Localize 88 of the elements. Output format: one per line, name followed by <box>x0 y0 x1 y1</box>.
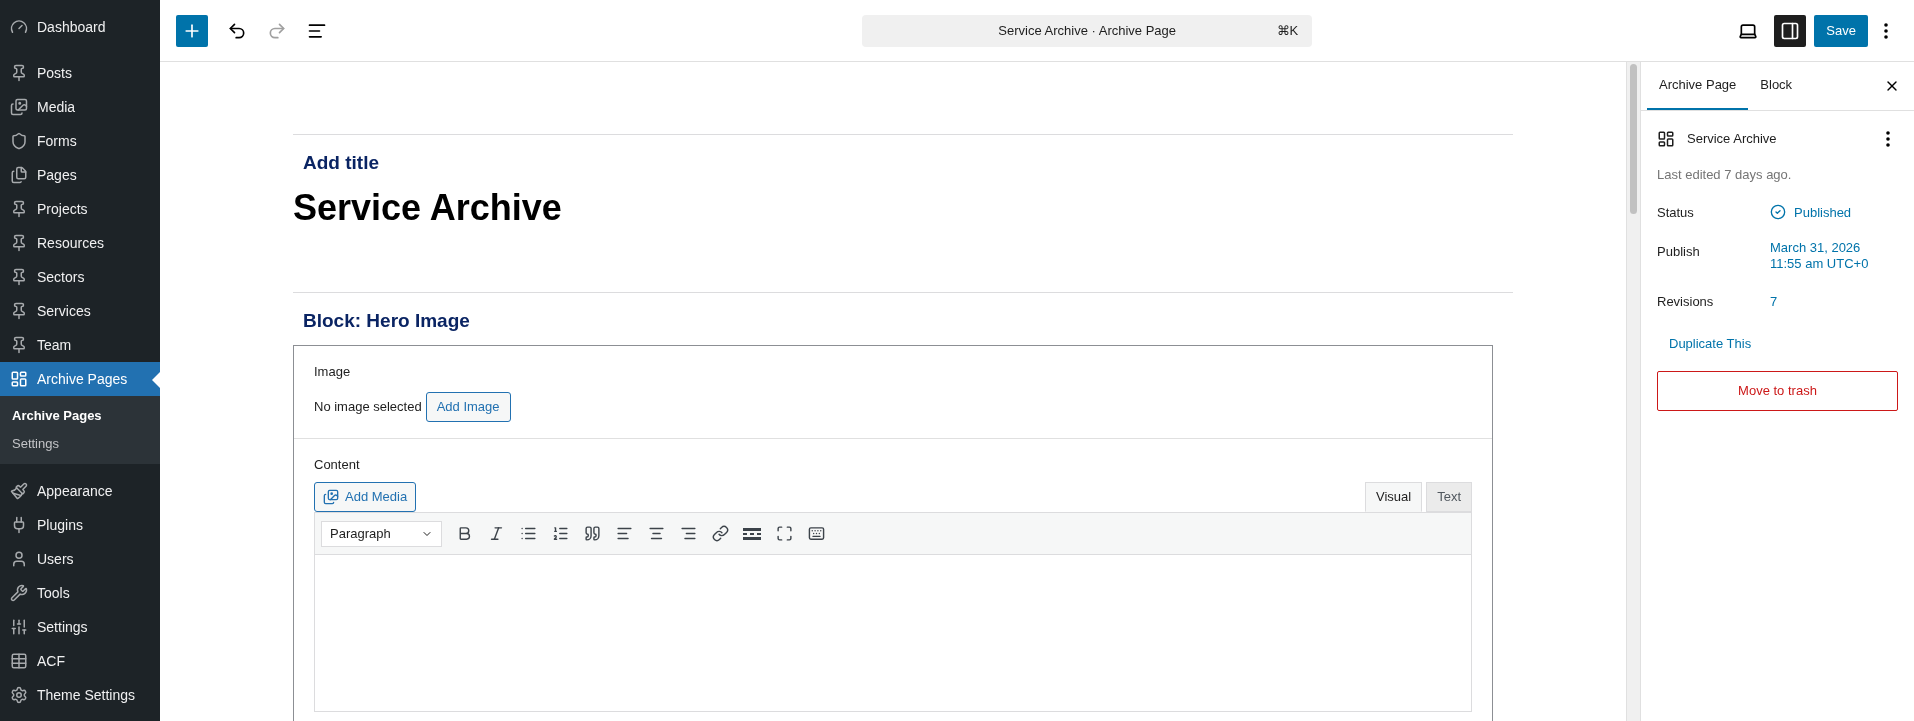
bullet-list-icon <box>519 525 537 542</box>
menu-item[interactable]: Services <box>0 294 160 328</box>
image-status-text: No image selected <box>314 397 422 416</box>
menu-item[interactable]: Resources <box>0 226 160 260</box>
grid-icon <box>1657 130 1675 148</box>
settings-toggle-button[interactable] <box>1774 14 1807 47</box>
menu-item[interactable]: Posts <box>0 56 160 90</box>
save-button[interactable]: Save <box>1814 14 1868 47</box>
menu-item[interactable]: Projects <box>0 192 160 226</box>
pages-icon <box>10 166 28 184</box>
menu-item[interactable]: Archive Pages <box>0 362 160 396</box>
panel-tab[interactable]: Archive Page <box>1647 62 1749 110</box>
numbered-list-icon <box>551 525 569 542</box>
publish-date-button[interactable]: March 31, 2026 11:55 am UTC+0 <box>1770 238 1869 272</box>
menu-item[interactable]: ACF <box>0 644 160 678</box>
align-center-icon <box>647 525 665 542</box>
paintbrush-icon <box>10 482 28 500</box>
move-to-trash-button[interactable]: Move to trash <box>1657 371 1898 411</box>
table-icon <box>10 652 28 670</box>
menu-item[interactable]: Media <box>0 90 160 124</box>
more-icon <box>1884 22 1888 39</box>
field-label: Image <box>314 363 352 381</box>
block-title: Block: Hero Image <box>303 308 471 333</box>
menu-item[interactable]: Sectors <box>0 260 160 294</box>
pin-icon <box>10 200 28 218</box>
media-icon <box>323 489 339 505</box>
toolbar-button[interactable] <box>582 523 602 544</box>
sliders-icon <box>10 618 28 636</box>
time-text: 11:55 am UTC+0 <box>1770 256 1869 272</box>
menu-item[interactable]: Appearance <box>0 474 160 508</box>
read-more-icon <box>743 527 761 540</box>
menu-item[interactable]: Team <box>0 328 160 362</box>
pin-icon <box>10 234 28 252</box>
field-label: Revisions <box>1657 293 1715 311</box>
gauge-icon <box>10 18 28 36</box>
align-right-icon <box>679 525 697 542</box>
menu-item[interactable]: Theme Settings <box>0 678 160 712</box>
toolbar-button[interactable] <box>774 523 794 544</box>
page-name: Service Archive <box>1687 130 1778 149</box>
menu-item[interactable]: Pages <box>0 158 160 192</box>
last-edited-text: Last edited 7 days ago. <box>1657 166 1793 184</box>
toolbar-button[interactable] <box>710 523 730 544</box>
link-icon <box>711 525 729 542</box>
date-text: March 31, 2026 <box>1770 240 1861 256</box>
quote-icon <box>583 525 601 542</box>
pin-icon <box>10 268 28 286</box>
user-icon <box>10 550 28 568</box>
submenu-item[interactable]: Archive Pages <box>0 402 160 430</box>
settings-icon <box>10 686 28 704</box>
media-icon <box>10 98 28 116</box>
duplicate-link[interactable]: Duplicate This <box>1669 333 1898 353</box>
panel-tab[interactable]: Block <box>1748 62 1805 110</box>
revisions-link[interactable]: 7 <box>1770 288 1778 312</box>
redo-icon <box>267 20 287 41</box>
add-block-button[interactable] <box>176 14 208 47</box>
menu-item[interactable]: Settings <box>0 610 160 644</box>
command-bar[interactable]: Service Archive · Archive Page ⌘K <box>862 14 1313 47</box>
format-dropdown[interactable]: Paragraph <box>321 520 442 547</box>
undo-icon <box>227 20 247 41</box>
pin-icon <box>10 64 28 82</box>
pin-icon <box>10 336 28 354</box>
align-left-icon <box>615 525 633 542</box>
field-label: Publish <box>1657 243 1701 261</box>
menu-item[interactable]: Users <box>0 542 160 576</box>
wrench-icon <box>10 584 28 602</box>
add-media-button[interactable]: Add Media <box>314 482 417 512</box>
editor-mode-tab[interactable]: Visual <box>1364 482 1423 512</box>
field-label: Status <box>1657 203 1695 222</box>
shortcut-text: ⌘K <box>1276 21 1299 40</box>
menu-item[interactable]: Forms <box>0 124 160 158</box>
title-label: Add title <box>303 151 380 175</box>
add-image-button[interactable]: Add Image <box>425 391 511 422</box>
toolbar-toggle-icon <box>807 525 825 542</box>
menu-item[interactable]: Plugins <box>0 508 160 542</box>
scrollbar-thumb[interactable] <box>1630 64 1637 214</box>
fullscreen-icon <box>775 525 793 542</box>
menu-item[interactable]: Dashboard <box>0 10 160 44</box>
pin-icon <box>10 302 28 320</box>
grid-icon <box>10 370 28 388</box>
editor-mode-tab[interactable]: Text <box>1426 482 1472 512</box>
check-circle-icon <box>1770 204 1786 221</box>
submenu-item[interactable]: Settings <box>0 430 160 458</box>
sidebar-panel-icon <box>1780 20 1801 41</box>
page-title[interactable]: Service Archive <box>293 185 1513 230</box>
field-label: Content <box>314 455 361 474</box>
status-button[interactable]: Published <box>1770 198 1852 222</box>
menu-item[interactable]: Tools <box>0 576 160 610</box>
more-icon <box>1886 131 1890 147</box>
